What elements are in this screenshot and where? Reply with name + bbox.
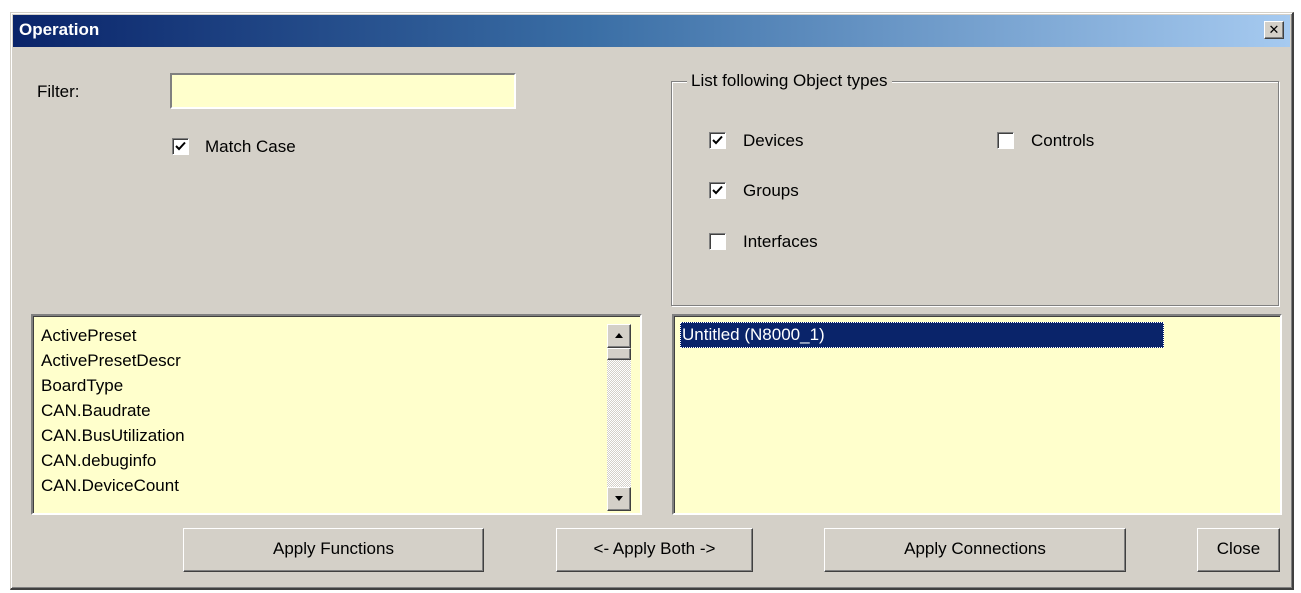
list-item[interactable]: BoardType (41, 374, 123, 398)
checkmark-icon (175, 141, 186, 151)
operation-dialog: Operation ✕ Filter: Match Case List foll… (10, 12, 1294, 590)
controls-label: Controls (1031, 131, 1095, 150)
apply-functions-button[interactable]: Apply Functions (183, 528, 484, 572)
apply-connections-button[interactable]: Apply Connections (824, 528, 1126, 572)
controls-checkbox[interactable] (997, 132, 1014, 149)
close-icon: ✕ (1268, 22, 1280, 37)
close-button[interactable]: Close (1197, 528, 1280, 572)
object-types-legend: List following Object types (687, 71, 892, 91)
match-case-label: Match Case (205, 137, 296, 156)
arrow-up-icon (615, 333, 623, 338)
interfaces-checkbox[interactable] (709, 233, 726, 250)
functions-scrollbar[interactable] (607, 324, 631, 511)
list-item[interactable]: CAN.Baudrate (41, 399, 151, 423)
filter-label: Filter: (37, 82, 80, 101)
list-item[interactable]: ActivePresetDescr (41, 349, 181, 373)
list-item[interactable]: CAN.DeviceCount (41, 474, 179, 498)
functions-listbox[interactable]: ActivePreset ActivePresetDescr BoardType… (31, 314, 642, 515)
arrow-down-icon (615, 496, 623, 501)
list-item[interactable]: CAN.BusUtilization (41, 424, 185, 448)
close-window-button[interactable]: ✕ (1264, 21, 1284, 39)
list-item[interactable]: CAN.debuginfo (41, 449, 156, 473)
checkmark-icon (712, 185, 723, 195)
checkmark-icon (712, 135, 723, 145)
devices-label: Devices (743, 131, 804, 150)
scroll-down-button[interactable] (607, 487, 631, 511)
scroll-thumb[interactable] (607, 348, 631, 360)
groups-label: Groups (743, 181, 799, 200)
title-bar[interactable]: Operation ✕ (13, 15, 1290, 47)
groups-checkbox[interactable] (709, 182, 726, 199)
window-title: Operation (19, 20, 100, 39)
filter-input[interactable] (170, 73, 516, 109)
objects-listbox[interactable]: Untitled (N8000_1) (672, 314, 1282, 515)
interfaces-label: Interfaces (743, 232, 818, 251)
apply-both-button[interactable]: <- Apply Both -> (556, 528, 753, 572)
list-item[interactable]: ActivePreset (41, 324, 136, 348)
selected-list-item[interactable]: Untitled (N8000_1) (680, 322, 1164, 348)
devices-checkbox[interactable] (709, 132, 726, 149)
scroll-up-button[interactable] (607, 324, 631, 348)
match-case-checkbox[interactable] (172, 138, 189, 155)
